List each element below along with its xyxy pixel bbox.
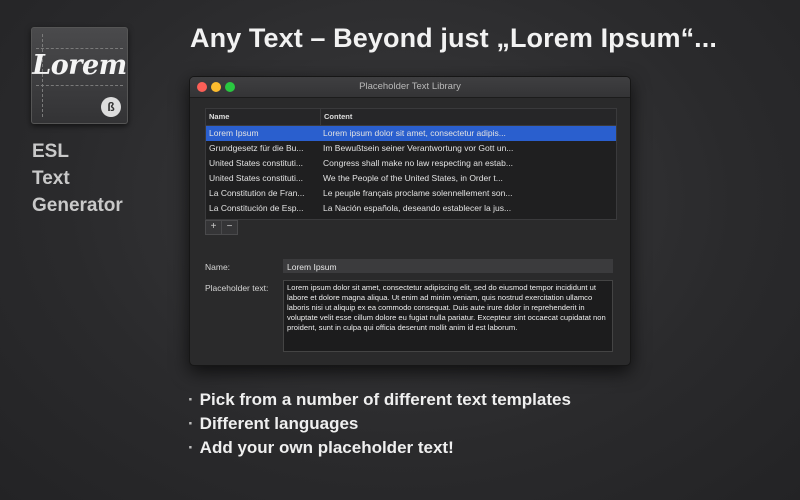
column-header-name[interactable]: Name: [206, 109, 321, 125]
table-row[interactable]: Grundgesetz für die Bu... Im Bewußtsein …: [206, 141, 616, 156]
table-row[interactable]: United States constituti... We the Peopl…: [206, 171, 616, 186]
placeholder-text-area[interactable]: Lorem ipsum dolor sit amet, consectetur …: [283, 280, 613, 352]
row-name: Grundgesetz für die Bu...: [209, 143, 304, 153]
table-row[interactable]: United States constituti... Congress sha…: [206, 156, 616, 171]
feature-item: · Different languages: [188, 412, 571, 436]
bullet-icon: ·: [188, 414, 194, 433]
logo-text: Lorem: [32, 50, 127, 81]
row-content: Im Bewußtsein seiner Verantwortung vor G…: [323, 143, 514, 153]
feature-text: Add your own placeholder text!: [199, 438, 454, 457]
table-row[interactable]: Lorem Ipsum Lorem ipsum dolor sit amet, …: [206, 126, 616, 141]
feature-list: · Pick from a number of different text te…: [188, 388, 571, 460]
table-row[interactable]: La Constitución de Esp... La Nación espa…: [206, 201, 616, 216]
window-title: Placeholder Text Library: [359, 81, 461, 92]
app-name-line: Generator: [32, 195, 123, 216]
feature-text: Different languages: [199, 414, 359, 433]
title-bar[interactable]: Placeholder Text Library: [190, 77, 630, 98]
row-name: La Constitution de Fran...: [209, 188, 305, 198]
feature-item: · Add your own placeholder text!: [188, 436, 571, 460]
app-name: ESL Text Generator: [32, 138, 123, 219]
table-row[interactable]: La Constitution de Fran... Le peuple fra…: [206, 186, 616, 201]
guide-line: [36, 48, 123, 49]
row-name: La Constitución de Esp...: [209, 203, 304, 213]
app-window: Placeholder Text Library Name Content Lo…: [189, 76, 631, 366]
feature-item: · Pick from a number of different text te…: [188, 388, 571, 412]
row-content: La Nación española, deseando establecer …: [323, 203, 512, 213]
app-icon: Lorem ß: [31, 27, 128, 124]
bullet-icon: ·: [188, 438, 194, 457]
bullet-icon: ·: [188, 390, 194, 409]
row-content: We the People of the United States, in O…: [323, 173, 503, 183]
add-remove-controls: + −: [205, 220, 238, 235]
column-header-content[interactable]: Content: [321, 109, 352, 125]
remove-template-button[interactable]: −: [221, 220, 238, 235]
headline: Any Text – Beyond just „Lorem Ipsum“...: [190, 23, 717, 53]
app-name-line: Text: [32, 168, 70, 189]
name-label: Name:: [205, 262, 231, 272]
row-content: Congress shall make no law respecting an…: [323, 158, 513, 168]
templates-table[interactable]: Name Content Lorem Ipsum Lorem ipsum dol…: [205, 108, 617, 220]
guide-line: [36, 85, 123, 86]
placeholder-text-label: Placeholder text:: [205, 283, 269, 293]
row-name: Lorem Ipsum: [209, 128, 259, 138]
add-template-button[interactable]: +: [205, 220, 222, 235]
table-header: Name Content: [206, 109, 616, 126]
name-input[interactable]: Lorem Ipsum: [283, 259, 613, 273]
row-content: Le peuple français proclame solennelleme…: [323, 188, 513, 198]
feature-text: Pick from a number of different text tem…: [199, 390, 571, 409]
eszett-badge-icon: ß: [101, 97, 121, 117]
row-name: United States constituti...: [209, 158, 304, 168]
app-name-line: ESL: [32, 141, 69, 162]
row-name: United States constituti...: [209, 173, 304, 183]
row-content: Lorem ipsum dolor sit amet, consectetur …: [323, 128, 506, 138]
